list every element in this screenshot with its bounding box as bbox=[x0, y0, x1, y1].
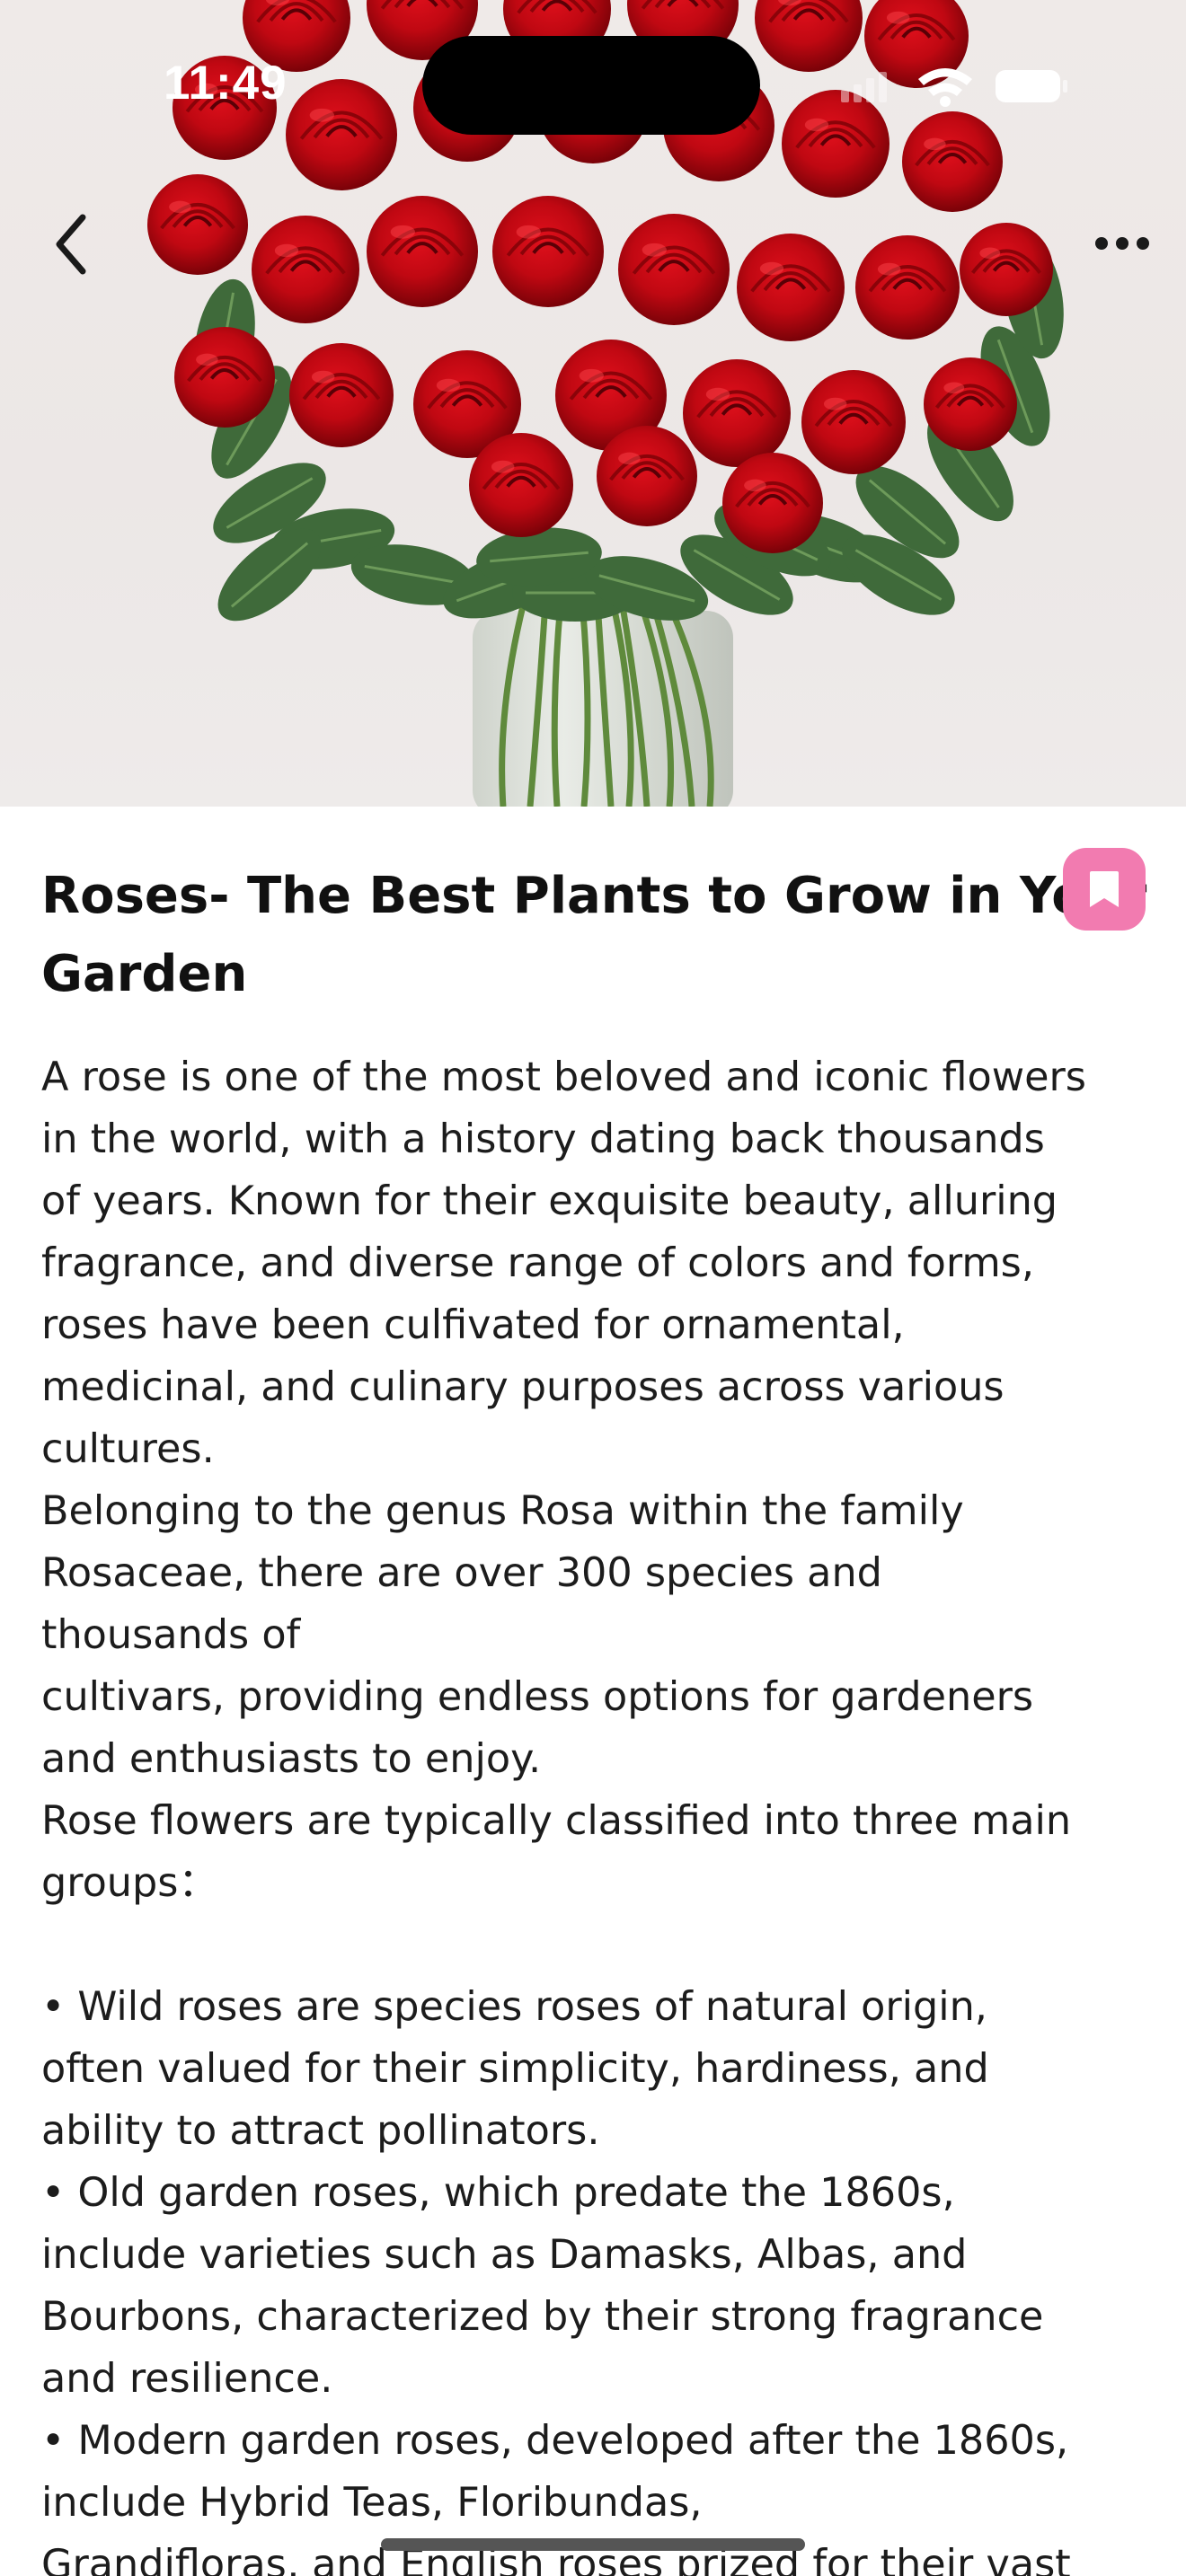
article-body-line: in the world, with a history dating back… bbox=[41, 1116, 1045, 1162]
rose bbox=[924, 357, 1017, 451]
article-body-line: cultures. bbox=[41, 1426, 215, 1472]
article-title: Roses- The Best Plants to Grow in Your G… bbox=[41, 857, 1147, 1013]
rose bbox=[755, 0, 863, 72]
bookmark-icon bbox=[1090, 871, 1119, 907]
article-body-line: • Wild roses are species roses of natura… bbox=[41, 1984, 987, 2030]
article-body-line: roses have been culfivated for ornamenta… bbox=[41, 1302, 905, 1348]
article-body-line: Rosaceae, there are over 300 species and bbox=[41, 1550, 882, 1596]
article-body-line: and resilience. bbox=[41, 2356, 333, 2402]
rose bbox=[289, 343, 394, 447]
rose bbox=[286, 79, 397, 190]
article-body-line: A rose is one of the most beloved and ic… bbox=[41, 1054, 1086, 1100]
article-title-line: Roses- The Best Plants to Grow in Your bbox=[41, 867, 1147, 925]
chevron-left-icon bbox=[56, 214, 86, 275]
rose bbox=[801, 370, 906, 474]
article-body-line: often valued for their simplicity, hardi… bbox=[41, 2046, 989, 2092]
article-body-line: include Hybrid Teas, Floribundas, bbox=[41, 2480, 703, 2526]
wifi-icon bbox=[918, 68, 972, 107]
article-body-line: fragrance, and diverse range of colors a… bbox=[41, 1240, 1035, 1286]
bookmark-button[interactable] bbox=[1063, 848, 1146, 931]
article-body-line: Rose flowers are typically classified in… bbox=[41, 1798, 1072, 1844]
rose bbox=[855, 235, 960, 340]
article-body-line bbox=[41, 1914, 1164, 1976]
article-body-line: • Old garden roses, which predate the 18… bbox=[41, 2170, 955, 2216]
article-title-line: Garden bbox=[41, 945, 248, 1003]
article-body-line: cultivars, providing endless options for… bbox=[41, 1674, 1034, 1720]
article-body-line: of years. Known for their exquisite beau… bbox=[41, 1178, 1058, 1224]
article-body: A rose is one of the most beloved and ic… bbox=[41, 1046, 1164, 2576]
rose bbox=[252, 216, 359, 323]
rose bbox=[722, 453, 823, 553]
back-button[interactable] bbox=[40, 199, 111, 289]
article-body-line: ability to attract pollinators. bbox=[41, 2108, 600, 2154]
battery-icon bbox=[996, 70, 1067, 102]
rose bbox=[147, 174, 248, 275]
rose bbox=[683, 359, 791, 467]
rose bbox=[737, 234, 845, 341]
status-time: 11:49 bbox=[164, 57, 288, 110]
rose bbox=[902, 111, 1003, 212]
home-indicator bbox=[381, 2538, 805, 2551]
article-body-line: include varieties such as Damasks, Albas… bbox=[41, 2232, 968, 2278]
article-body-line: • Modern garden roses, developed after t… bbox=[41, 2418, 1069, 2464]
ellipsis-icon bbox=[1095, 237, 1149, 250]
more-options-button[interactable] bbox=[1082, 212, 1163, 275]
article-body-line: thousands of bbox=[41, 1612, 301, 1658]
rose bbox=[469, 433, 573, 537]
dynamic-island bbox=[422, 36, 760, 135]
status-indicators bbox=[836, 63, 1078, 108]
article-body-line: Bourbons, characterized by their strong … bbox=[41, 2294, 1044, 2340]
article-body-line: and enthusiasts to enjoy. bbox=[41, 1736, 542, 1782]
rose bbox=[597, 426, 697, 526]
rose bbox=[492, 196, 604, 307]
rose bbox=[618, 214, 730, 325]
article-body-line: medicinal, and culinary purposes across … bbox=[41, 1364, 1005, 1410]
signal-icon bbox=[841, 72, 887, 102]
article-body-line: Belonging to the genus Rosa within the f… bbox=[41, 1488, 964, 1534]
article-body-line: groups： bbox=[41, 1860, 218, 1906]
rose bbox=[367, 196, 478, 307]
rose bbox=[960, 223, 1053, 316]
rose bbox=[174, 327, 275, 428]
